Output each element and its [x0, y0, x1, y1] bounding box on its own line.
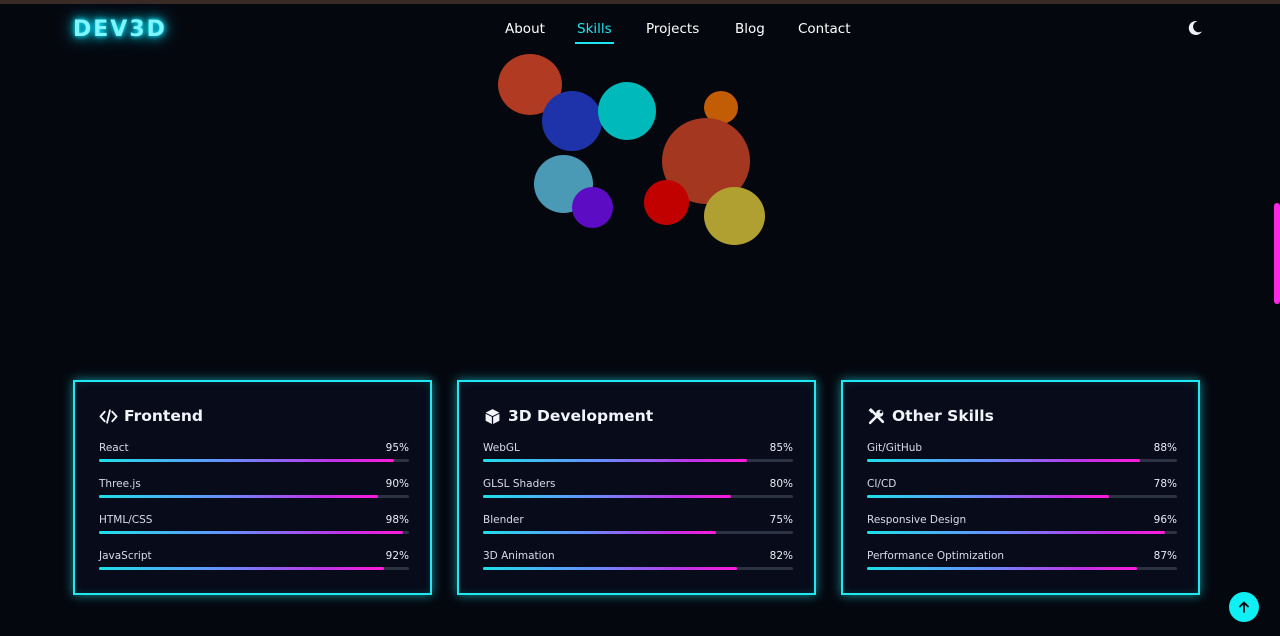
card-title: Frontend	[99, 407, 203, 425]
skill-percent: 95%	[385, 442, 409, 454]
progress-fill	[867, 459, 1140, 462]
progress-fill	[867, 567, 1137, 570]
skill-name: 3D Animation	[483, 550, 555, 562]
cube-icon	[485, 408, 500, 424]
progress-fill	[867, 531, 1165, 534]
decorative-circle	[572, 187, 613, 228]
skill-name: HTML/CSS	[99, 514, 153, 526]
code-icon	[99, 408, 118, 424]
progress-track	[483, 567, 793, 570]
nav-blog[interactable]: Blog	[735, 21, 765, 37]
progress-track	[99, 531, 409, 534]
skill-name: Git/GitHub	[867, 442, 923, 454]
nav-about[interactable]: About	[505, 21, 545, 37]
card-title: Other Skills	[867, 407, 994, 425]
skill-name: CI/CD	[867, 478, 897, 490]
skill-name: WebGL	[483, 442, 520, 454]
decorative-circle	[644, 180, 689, 225]
progress-track	[483, 531, 793, 534]
progress-track	[99, 459, 409, 462]
skill-percent: 96%	[1153, 514, 1177, 526]
skill-name: JavaScript	[99, 550, 152, 562]
skill-percent: 82%	[769, 550, 793, 562]
skill-percent: 90%	[385, 478, 409, 490]
skill-percent: 80%	[769, 478, 793, 490]
skill-percent: 75%	[769, 514, 793, 526]
progress-fill	[483, 567, 738, 570]
progress-track	[867, 495, 1177, 498]
skill-name: Performance Optimization	[867, 550, 1005, 562]
decorative-circle	[704, 187, 765, 245]
nav-projects[interactable]: Projects	[646, 21, 699, 37]
progress-track	[483, 495, 793, 498]
skill-percent: 92%	[385, 550, 409, 562]
decorative-circle	[598, 82, 656, 140]
skill-name: Three.js	[99, 478, 141, 490]
skill-name: Responsive Design	[867, 514, 967, 526]
progress-track	[99, 495, 409, 498]
skill-name: React	[99, 442, 129, 454]
top-border	[0, 0, 1280, 4]
progress-fill	[483, 459, 747, 462]
skill-percent: 98%	[385, 514, 409, 526]
site-logo[interactable]: DEV3D	[73, 17, 167, 42]
skill-percent: 85%	[769, 442, 793, 454]
scrollbar-thumb[interactable]	[1274, 203, 1280, 304]
decorative-circle	[542, 91, 602, 151]
skill-percent: 78%	[1153, 478, 1177, 490]
skill-percent: 87%	[1153, 550, 1177, 562]
progress-fill	[867, 495, 1109, 498]
progress-fill	[99, 459, 394, 462]
progress-track	[483, 459, 793, 462]
skill-card-3d-development: 3D Development WebGL 85% GLSL Shaders 80…	[457, 380, 816, 595]
progress-fill	[483, 495, 731, 498]
progress-track	[867, 459, 1177, 462]
progress-fill	[99, 531, 403, 534]
progress-fill	[483, 531, 716, 534]
nav-skills[interactable]: Skills	[575, 21, 614, 44]
skill-card-frontend: Frontend React 95% Three.js 90% HTML/CSS…	[73, 380, 432, 595]
tools-icon	[868, 407, 885, 424]
skill-card-other-skills: Other Skills Git/GitHub 88% CI/CD 78% Re…	[841, 380, 1200, 595]
arrow-up-icon	[1239, 601, 1249, 613]
skill-name: Blender	[483, 514, 524, 526]
skill-percent: 88%	[1153, 442, 1177, 454]
card-title: 3D Development	[483, 407, 653, 425]
back-to-top-button[interactable]	[1229, 592, 1259, 622]
skill-name: GLSL Shaders	[483, 478, 556, 490]
moon-icon[interactable]	[1186, 19, 1204, 37]
progress-track	[867, 531, 1177, 534]
progress-track	[99, 567, 409, 570]
progress-track	[867, 567, 1177, 570]
nav-contact[interactable]: Contact	[798, 21, 851, 37]
progress-fill	[99, 567, 385, 570]
progress-fill	[99, 495, 378, 498]
